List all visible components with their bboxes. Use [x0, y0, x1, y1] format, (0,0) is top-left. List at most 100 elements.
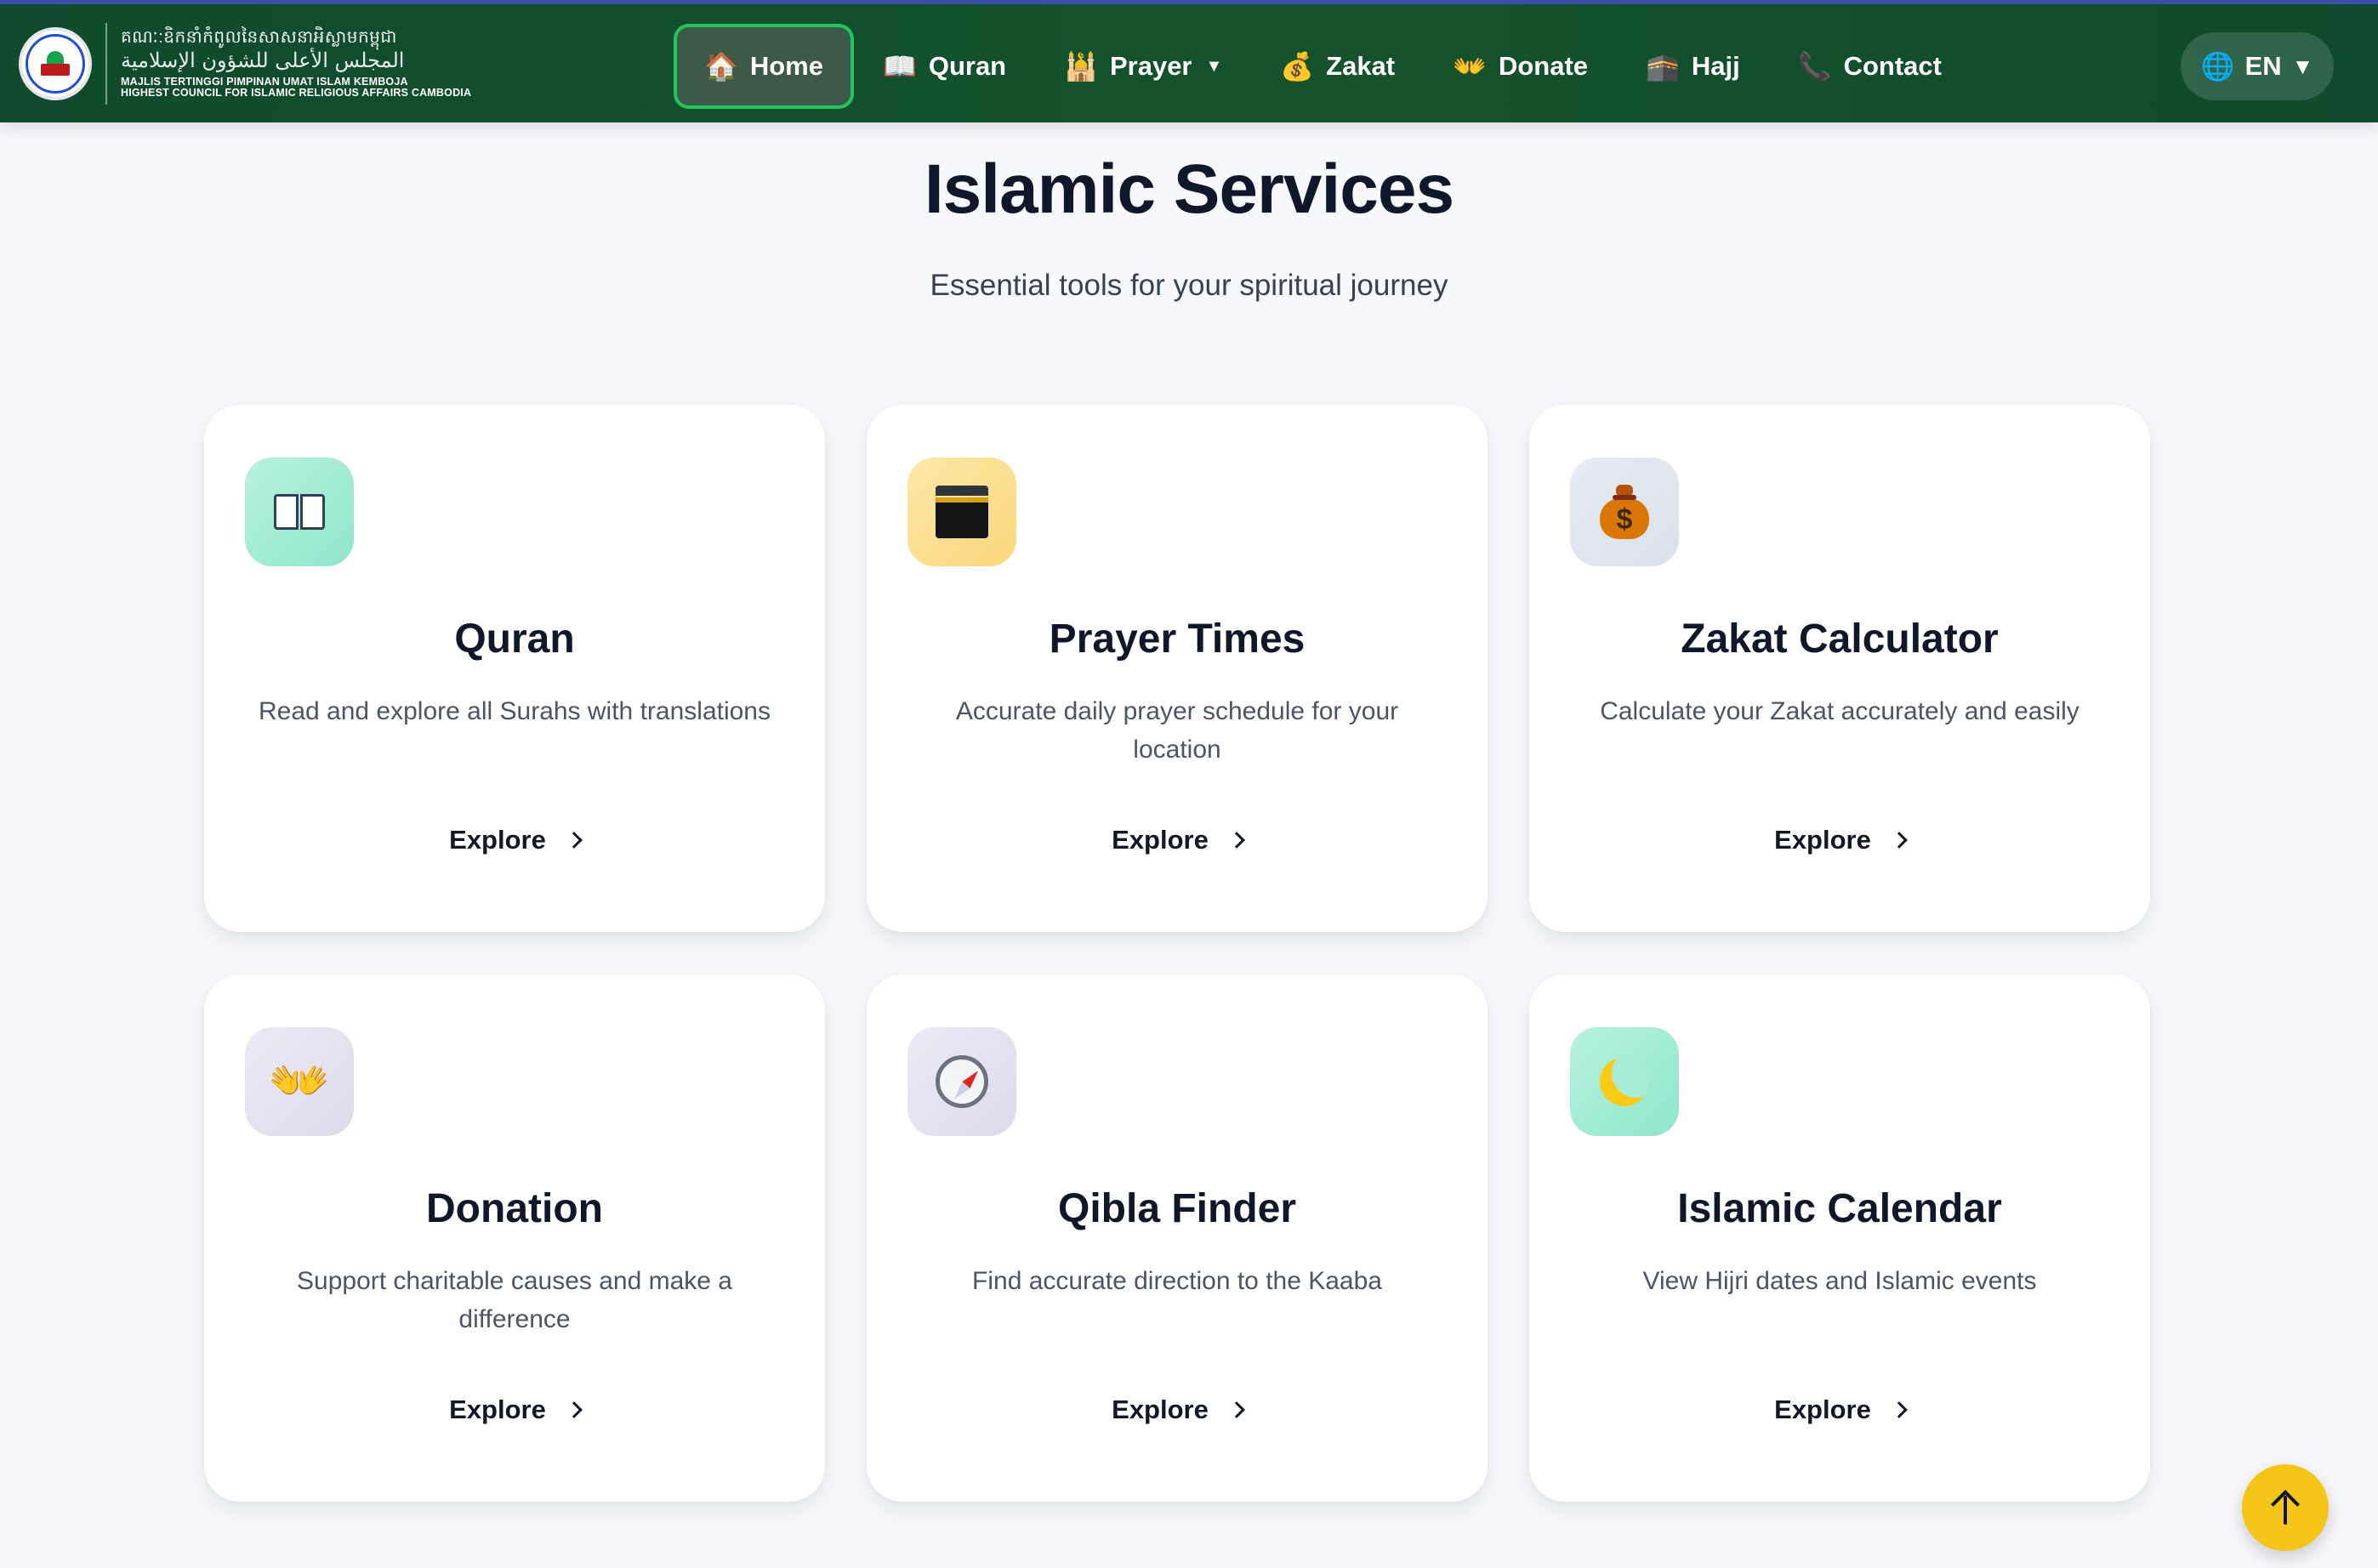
book-left-page: [274, 494, 299, 530]
brand[interactable]: គណៈ:ឧិកនាំកំពូលនៃសាសនាអិស្លាមកម្ពុជា الم…: [19, 23, 471, 105]
mosque-icon: [39, 51, 71, 77]
service-card-zakat-calculator[interactable]: $ Zakat Calculator Calculate your Zakat …: [1529, 405, 2150, 932]
page: គណៈ:ឧិកនាំកំពូលនៃសាសនាអិស្លាមកម្ពុជា الم…: [0, 0, 2378, 1568]
service-card-islamic-calendar[interactable]: Islamic Calendar View Hijri dates and Is…: [1529, 974, 2150, 1502]
compass-icon: [936, 1055, 988, 1108]
services-grid: Quran Read and explore all Surahs with t…: [204, 405, 2150, 1502]
book-icon: [274, 494, 325, 530]
card-description: Accurate daily prayer schedule for your …: [955, 697, 1399, 764]
arrow-head: [2271, 1490, 2300, 1519]
card-description: Find accurate direction to the Kaaba: [972, 1267, 1382, 1295]
mosque-icon: 🕌: [1064, 51, 1098, 82]
kaaba-icon: 🕋: [1646, 51, 1680, 82]
bag-tie: [1613, 495, 1636, 500]
card-icon-tile: 👐: [245, 1027, 354, 1136]
card-description: Read and explore all Surahs with transla…: [258, 697, 771, 725]
explore-label: Explore: [1112, 1395, 1209, 1424]
crescent-moon-icon: [1600, 1057, 1649, 1106]
card-title: Prayer Times: [1049, 616, 1306, 662]
nav-zakat-label: Zakat: [1326, 51, 1396, 81]
explore-link[interactable]: Explore: [204, 1395, 825, 1425]
main-nav: 🏠 Home 📖 Quran 🕌 Prayer ▼ 💰 Zakat 👐 Dona…: [674, 23, 1971, 110]
service-card-donation[interactable]: 👐 Donation Support charitable causes and…: [204, 974, 825, 1502]
book-icon: 📖: [882, 51, 917, 82]
brand-text: គណៈ:ឧិកនាំកំពូលនៃសាសនាអិស្លាមកម្ពុជា الم…: [121, 27, 472, 99]
open-hands-icon: 👐: [268, 1054, 331, 1109]
nav-prayer[interactable]: 🕌 Prayer ▼: [1035, 24, 1251, 109]
brand-divider: [105, 23, 107, 105]
phone-icon: 📞: [1797, 51, 1832, 82]
chevron-right-icon: [1227, 1401, 1245, 1418]
nav-contact-label: Contact: [1843, 51, 1942, 81]
chevron-right-icon: [565, 1401, 583, 1418]
nav-quran[interactable]: 📖 Quran: [854, 24, 1035, 109]
council-logo-icon: [19, 27, 92, 100]
open-hands-icon: 👐: [1453, 51, 1487, 82]
card-title: Zakat Calculator: [1681, 616, 1999, 662]
section-subtitle: Essential tools for your spiritual journ…: [930, 269, 1448, 302]
nav-hajj-label: Hajj: [1691, 51, 1740, 81]
kaaba-top: [936, 486, 988, 496]
top-navbar: គណៈ:ឧិកនាំកំពូលនៃសាសនាអិស្លាមកម្ពុជា الم…: [0, 0, 2378, 122]
nav-quran-label: Quran: [928, 51, 1007, 81]
explore-label: Explore: [449, 1395, 546, 1424]
card-description: Calculate your Zakat accurately and easi…: [1600, 697, 2079, 725]
bag-dollar-symbol: $: [1616, 503, 1633, 536]
card-icon-tile: [907, 1027, 1016, 1136]
nav-hajj[interactable]: 🕋 Hajj: [1617, 24, 1769, 109]
house-icon: 🏠: [704, 51, 738, 82]
brand-english-name: HIGHEST COUNCIL FOR ISLAMIC RELIGIOUS AF…: [121, 87, 472, 99]
card-icon-tile: $: [1570, 457, 1679, 566]
nav-contact[interactable]: 📞 Contact: [1769, 24, 1971, 109]
explore-link[interactable]: Explore: [1529, 1395, 2150, 1425]
language-label: EN: [2244, 51, 2282, 81]
chevron-down-icon: ▼: [2291, 53, 2314, 79]
brand-arabic-name: المجلس الأعلى للشؤون الإسلامية: [121, 48, 405, 72]
card-title: Islamic Calendar: [1677, 1186, 2002, 1231]
language-selector[interactable]: 🌐 EN ▼: [2181, 32, 2334, 100]
arrow-up-icon: [2271, 1490, 2300, 1525]
nav-zakat[interactable]: 💰 Zakat: [1251, 24, 1424, 109]
explore-link[interactable]: Explore: [204, 825, 825, 855]
back-to-top-button[interactable]: [2242, 1464, 2329, 1551]
chevron-right-icon: [1890, 832, 1908, 849]
card-icon-tile: [907, 457, 1016, 566]
chevron-right-icon: [1890, 1401, 1908, 1418]
card-title: Quran: [454, 616, 575, 662]
card-description: Support charitable causes and make a dif…: [297, 1267, 732, 1333]
money-bag-icon: 💰: [1280, 51, 1315, 82]
card-title: Qibla Finder: [1057, 1186, 1297, 1231]
nav-home[interactable]: 🏠 Home: [674, 24, 854, 109]
mosque-base: [41, 64, 70, 76]
card-icon-tile: [1570, 1027, 1679, 1136]
chevron-right-icon: [565, 832, 583, 849]
service-card-prayer-times[interactable]: Prayer Times Accurate daily prayer sched…: [867, 405, 1488, 932]
explore-label: Explore: [1774, 1395, 1871, 1424]
chevron-down-icon: ▼: [1205, 56, 1223, 76]
card-icon-tile: [245, 457, 354, 566]
kaaba-body: [936, 503, 988, 538]
section-title: Islamic Services: [924, 151, 1454, 228]
nav-donate-label: Donate: [1498, 51, 1589, 81]
explore-link[interactable]: Explore: [1529, 825, 2150, 855]
nav-home-label: Home: [749, 51, 823, 81]
brand-khmer-name: គណៈ:ឧិកនាំកំពូលនៃសាសនាអិស្លាមកម្ពុជា: [121, 27, 397, 47]
money-bag-icon: $: [1600, 485, 1649, 539]
explore-link[interactable]: Explore: [867, 825, 1488, 855]
chevron-right-icon: [1227, 832, 1245, 849]
moon-shadow: [1612, 1057, 1649, 1098]
book-right-page: [300, 494, 325, 530]
explore-label: Explore: [1112, 825, 1209, 855]
explore-label: Explore: [1774, 825, 1871, 855]
logo-ring: [26, 34, 85, 94]
explore-link[interactable]: Explore: [867, 1395, 1488, 1425]
card-title: Donation: [426, 1186, 603, 1231]
nav-prayer-label: Prayer: [1109, 51, 1192, 81]
service-card-quran[interactable]: Quran Read and explore all Surahs with t…: [204, 405, 825, 932]
mosque-dome: [47, 51, 64, 65]
globe-icon: 🌐: [2200, 51, 2235, 82]
service-card-qibla-finder[interactable]: Qibla Finder Find accurate direction to …: [867, 974, 1488, 1502]
card-description: View Hijri dates and Islamic events: [1642, 1267, 2037, 1295]
nav-donate[interactable]: 👐 Donate: [1424, 24, 1617, 109]
kaaba-icon: [936, 486, 988, 538]
